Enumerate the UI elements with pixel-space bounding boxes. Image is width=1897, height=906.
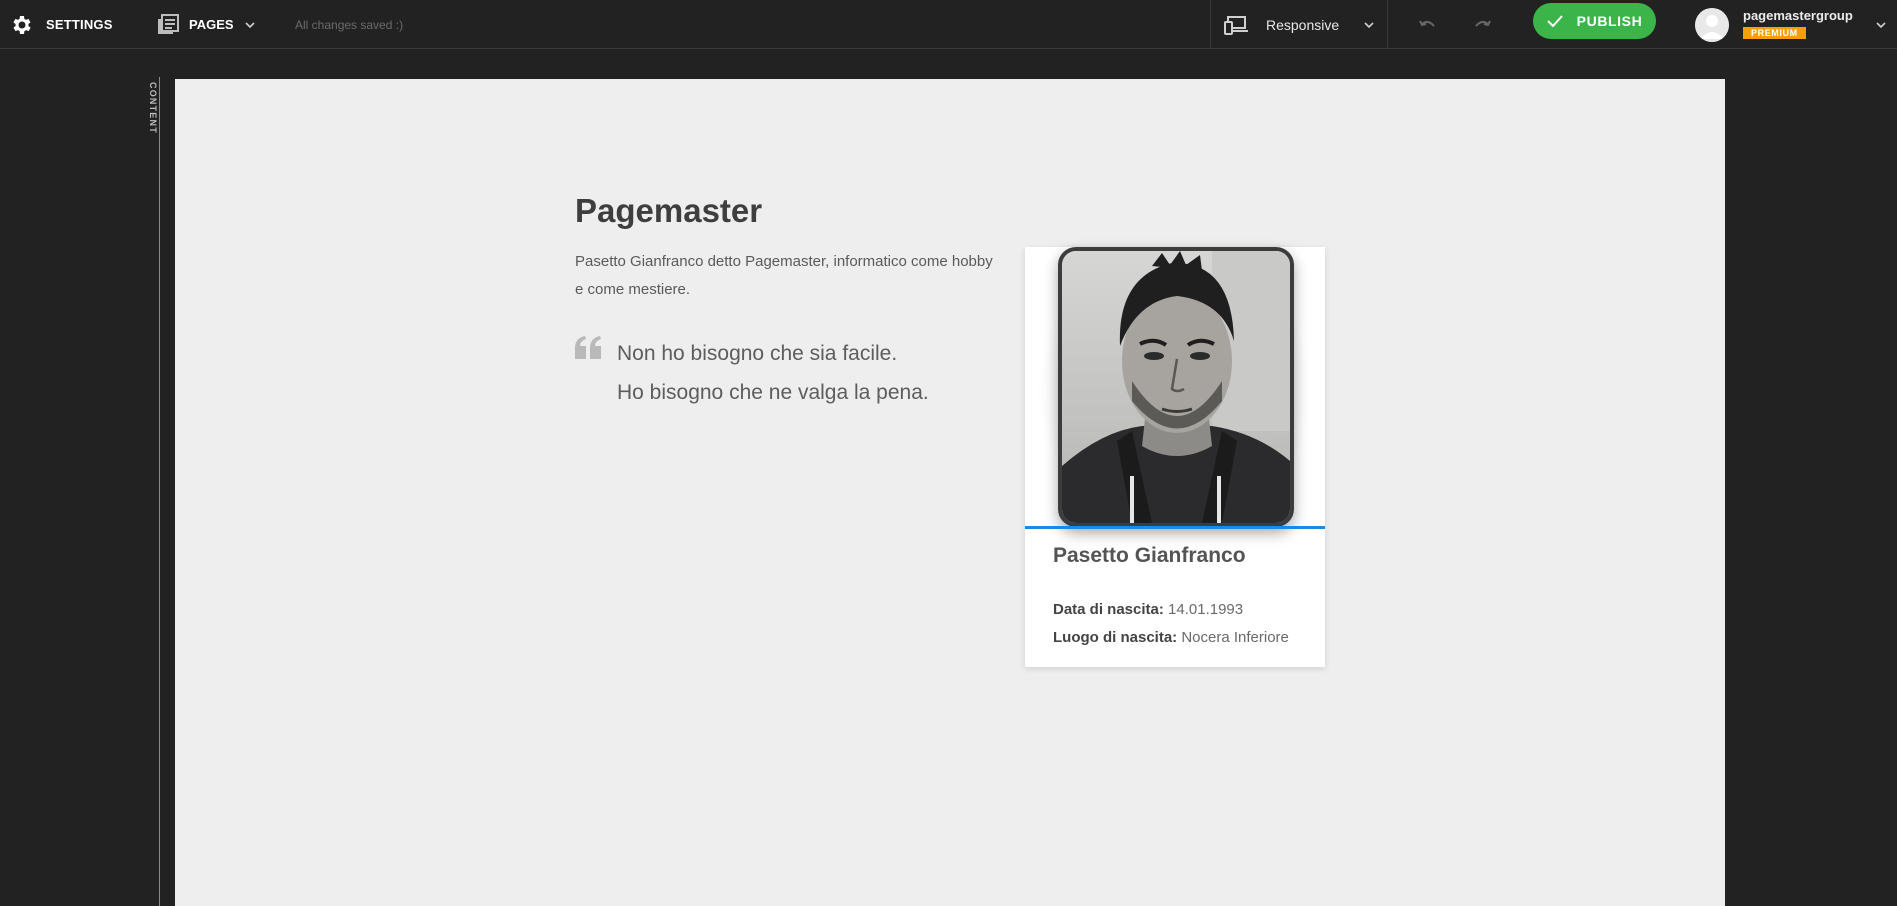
page-canvas: Pagemaster Pasetto Gianfranco detto Page… [175,79,1725,906]
quote-icon [575,336,603,360]
premium-badge: PREMIUM [1743,27,1806,39]
quote-line: Ho bisogno che ne valga la pena. [617,381,929,404]
undo-icon [1418,18,1438,32]
quote-line: Non ho bisogno che sia facile. [617,342,898,365]
publish-button[interactable]: PUBLISH [1533,3,1656,39]
gear-icon [10,13,34,37]
username: pagemastergroup [1743,8,1853,23]
birth-date-label: Data di nascita: [1053,601,1164,618]
top-toolbar: SETTINGS PAGES All changes saved :) Resp… [0,0,1897,49]
avatar [1695,7,1729,42]
profile-card: Pasetto Gianfranco Data di nascita: 14.0… [1025,247,1325,667]
settings-label: SETTINGS [46,17,113,32]
save-status: All changes saved :) [295,17,404,32]
device-dropdown[interactable]: Responsive [1224,0,1375,49]
undo-button[interactable] [1418,0,1438,49]
pages-icon [157,13,179,36]
chevron-down-icon [244,19,256,31]
birth-place-label: Luogo di nascita: [1053,629,1178,646]
birth-place-row: Luogo di nascita: Nocera Inferiore [1053,629,1289,646]
user-menu[interactable]: pagemastergroup PREMIUM [1695,0,1887,49]
birth-date-row: Data di nascita: 14.01.1993 [1053,601,1243,618]
check-icon [1546,15,1563,27]
redo-button[interactable] [1472,0,1492,49]
pages-dropdown[interactable]: PAGES [157,0,256,49]
card-name: Pasetto Gianfranco [1053,544,1246,567]
page-description: Pasetto Gianfranco detto Pagemaster, inf… [575,253,993,298]
publish-label: PUBLISH [1576,13,1643,29]
device-label: Responsive [1266,16,1340,33]
page-title: Pagemaster [575,192,763,229]
quote-text: Non ho bisogno che sia facile. Ho bisogn… [617,334,929,412]
toolbar-divider [1387,0,1388,49]
content-tab[interactable]: CONTENT [144,82,158,142]
chevron-down-icon [1363,19,1375,31]
profile-photo [1058,247,1294,527]
redo-icon [1472,18,1492,32]
settings-button[interactable]: SETTINGS [10,0,113,49]
toolbar-divider [1210,0,1211,49]
card-accent-line [1025,526,1325,529]
chevron-down-icon [1875,19,1887,31]
birth-place-value: Nocera Inferiore [1181,629,1289,646]
content-panel-edge [159,77,160,906]
responsive-devices-icon [1224,15,1250,35]
birth-date-value: 14.01.1993 [1168,601,1244,618]
pages-label: PAGES [189,17,234,32]
